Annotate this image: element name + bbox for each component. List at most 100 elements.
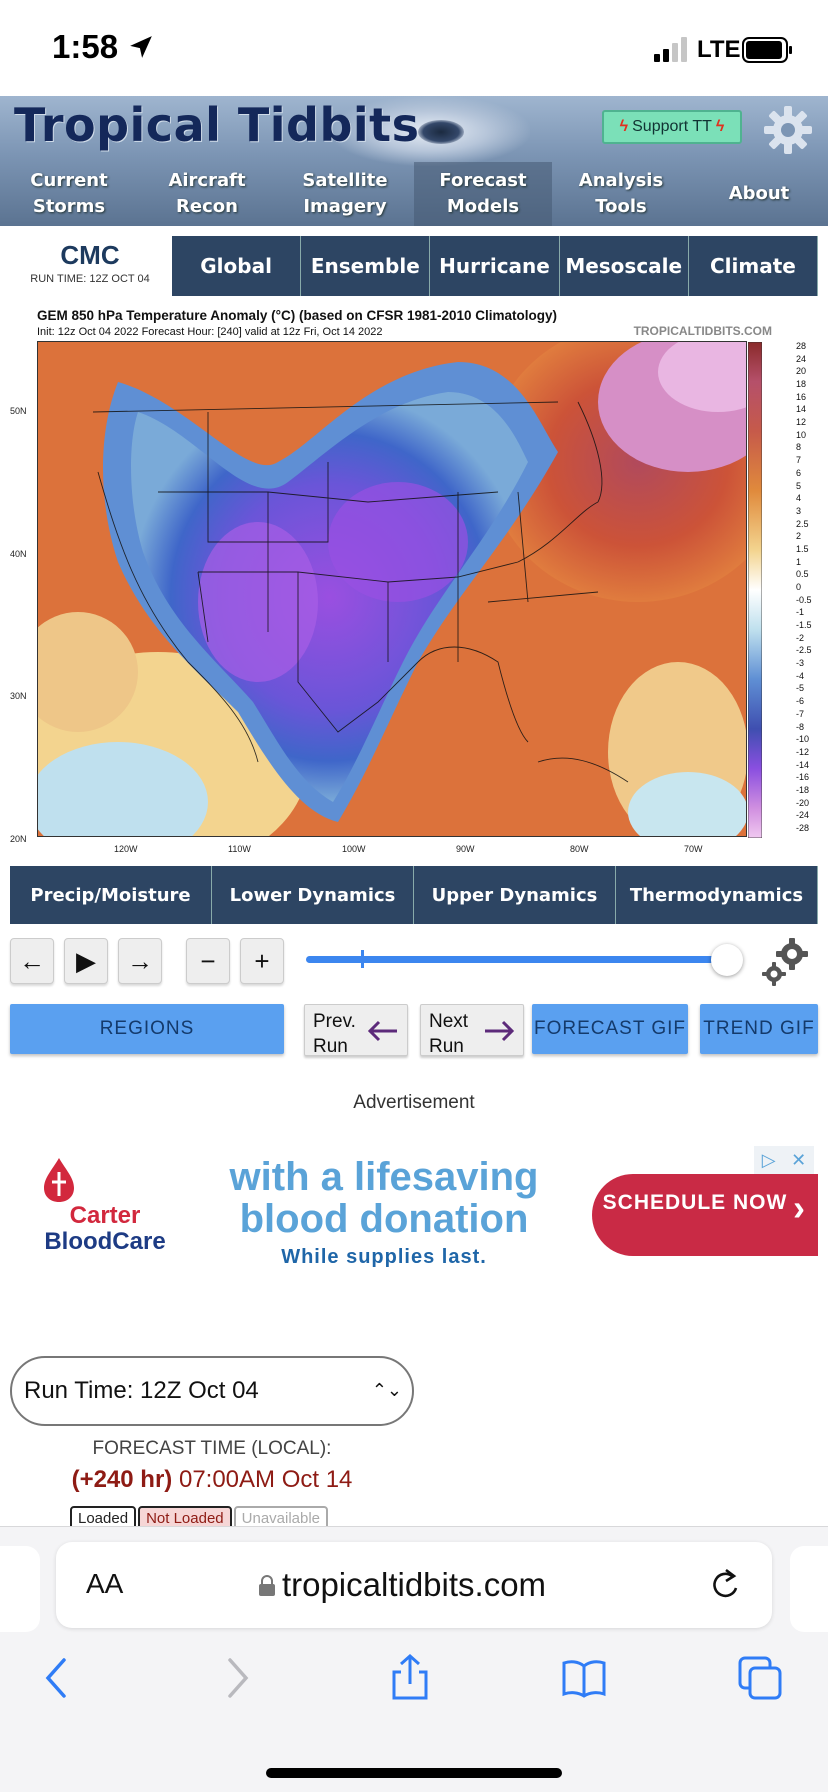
blood-donation-ad[interactable]: Carter BloodCare with a lifesaving blood…: [10, 1146, 818, 1268]
colorbar-tick-label: -2: [796, 632, 805, 643]
colorbar-tick-label: -24: [796, 810, 810, 821]
home-indicator: [266, 1768, 562, 1778]
prev-frame-button[interactable]: ←: [10, 938, 54, 984]
colorbar-tick-label: 12: [796, 417, 807, 428]
tab-climate[interactable]: Climate: [688, 236, 819, 296]
temperature-anomaly-map[interactable]: [37, 341, 747, 837]
frame-load-legend: Loaded Not Loaded Unavailable: [70, 1506, 329, 1528]
nav-forecast-models[interactable]: Forecast Models: [414, 162, 552, 226]
next-tab-preview[interactable]: [790, 1546, 828, 1632]
share-icon[interactable]: [386, 1654, 434, 1702]
nav-about[interactable]: About: [690, 162, 828, 226]
tab-precip-moisture[interactable]: Precip/Moisture: [10, 866, 212, 924]
hurricane-symbol-icon: ϟ: [715, 118, 725, 135]
tab-hurricane[interactable]: Hurricane: [430, 236, 560, 296]
prev-run-label: Prev. Run: [313, 1011, 356, 1057]
model-tabs: Global Ensemble Hurricane Mesoscale Clim…: [172, 236, 819, 296]
back-icon[interactable]: [34, 1654, 82, 1702]
colorbar-tick-label: 2: [796, 531, 802, 542]
tab-global[interactable]: Global: [172, 236, 302, 296]
support-button[interactable]: ϟ Support TT ϟ: [602, 110, 742, 144]
tab-ensemble[interactable]: Ensemble: [301, 236, 431, 296]
slider-knob[interactable]: [711, 944, 743, 976]
select-caret-icon: ⌃⌄: [371, 1380, 402, 1400]
colorbar-tick-label: -4: [796, 670, 805, 681]
ad-close-icon[interactable]: ✕: [791, 1150, 806, 1171]
colorbar-tick-label: -12: [796, 746, 810, 757]
tab-thermodynamics[interactable]: Thermodynamics: [616, 866, 818, 924]
ad-cta-label: SCHEDULE NOW: [602, 1191, 788, 1214]
tab-upper-dynamics[interactable]: Upper Dynamics: [414, 866, 616, 924]
ad-brand-line1: Carter: [69, 1202, 141, 1229]
next-frame-button[interactable]: →: [118, 938, 162, 984]
forecast-local-time: 07:00AM Oct 14: [178, 1466, 353, 1493]
lon-label: 70W: [684, 844, 703, 854]
forward-icon[interactable]: [212, 1654, 260, 1702]
nav-satellite-imagery[interactable]: Satellite Imagery: [276, 162, 414, 226]
advertisement-label: Advertisement: [353, 1092, 475, 1113]
hurricane-eye-graphic: [418, 120, 464, 144]
ad-schedule-button[interactable]: SCHEDULE NOW ›: [592, 1174, 818, 1256]
anomaly-map-graphic: [38, 342, 746, 836]
ad-subline: While supplies last.: [281, 1246, 487, 1268]
network-type: LTE: [697, 36, 741, 63]
colorbar-tick-label: -28: [796, 823, 810, 833]
colorbar-tick-label: 8: [796, 442, 802, 453]
tab-lower-dynamics[interactable]: Lower Dynamics: [212, 866, 414, 924]
model-run-time: RUN TIME: 12Z OCT 04: [30, 273, 150, 285]
colorbar-tick-label: -20: [796, 797, 810, 808]
colorbar-tick-label: 7: [796, 455, 802, 466]
zoom-out-button[interactable]: −: [186, 938, 230, 984]
colorbar-tick-label: 1: [796, 556, 802, 567]
lon-label: 80W: [570, 844, 589, 854]
map-subtitle: Init: 12z Oct 04 2022 Forecast Hour: [24…: [37, 326, 383, 338]
colorbar-tick-label: 0.5: [796, 569, 809, 580]
reload-icon[interactable]: [708, 1566, 744, 1604]
address-bar[interactable]: AA tropicaltidbits.com: [56, 1542, 772, 1628]
play-button[interactable]: ▶: [64, 938, 108, 984]
colorbar-tick-label: 0: [796, 582, 802, 592]
nav-analysis-tools[interactable]: Analysis Tools: [552, 162, 690, 226]
legend-not-loaded: Not Loaded: [138, 1506, 232, 1528]
lon-label: 90W: [456, 844, 475, 854]
hurricane-symbol-icon: ϟ: [619, 118, 629, 135]
model-info: CMC RUN TIME: 12Z OCT 04: [8, 234, 172, 296]
colorbar-tick-label: -0.5: [796, 594, 812, 605]
animation-settings-gear-icon[interactable]: [760, 936, 812, 988]
tabs-icon[interactable]: [736, 1654, 784, 1702]
next-run-label: Next Run: [429, 1011, 469, 1057]
colorbar-tick-label: 10: [796, 429, 807, 440]
legend-loaded: Loaded: [70, 1506, 137, 1528]
nav-aircraft-recon[interactable]: Aircraft Recon: [138, 162, 276, 226]
status-bar: 1:58 LTE: [0, 0, 828, 96]
bookmarks-icon[interactable]: [560, 1654, 608, 1702]
status-time: 1:58: [52, 28, 119, 65]
prev-run-button[interactable]: Prev. Run: [304, 1004, 408, 1057]
forecast-hour-slider[interactable]: [306, 956, 726, 963]
colorbar-tick-label: -10: [796, 734, 810, 745]
colorbar-tick-label: -2.5: [796, 645, 812, 656]
regions-button[interactable]: REGIONS: [10, 1004, 284, 1054]
model-name: CMC: [60, 240, 120, 270]
blood-drop-logo-icon: [44, 1158, 74, 1202]
lat-label: 50N: [10, 406, 27, 416]
settings-gear-icon[interactable]: [762, 104, 814, 156]
nav-current-storms[interactable]: Current Storms: [0, 162, 138, 226]
next-run-button[interactable]: Next Run: [420, 1004, 524, 1057]
ad-choices[interactable]: ▷ ✕: [754, 1146, 814, 1174]
run-time-select[interactable]: Run Time: 12Z Oct 04 ⌃⌄: [10, 1356, 414, 1426]
model-bar: CMC RUN TIME: 12Z OCT 04 Global Ensemble…: [0, 234, 828, 296]
trend-gif-button[interactable]: TREND GIF: [700, 1004, 818, 1054]
colorbar-tick-label: -18: [796, 784, 810, 795]
lon-label: 120W: [114, 844, 138, 854]
prev-tab-preview[interactable]: [0, 1546, 40, 1632]
colorbar-tick-label: 1.5: [796, 543, 809, 554]
colorbar-tick-label: -5: [796, 683, 805, 694]
tab-mesoscale[interactable]: Mesoscale: [559, 236, 689, 296]
site-logo[interactable]: Tropical Tidbits: [14, 98, 420, 152]
ad-info-icon[interactable]: ▷: [762, 1150, 776, 1171]
lat-label: 30N: [10, 691, 27, 701]
zoom-in-button[interactable]: +: [240, 938, 284, 984]
forecast-gif-button[interactable]: FORECAST GIF: [532, 1004, 688, 1054]
colorbar-tick-label: 5: [796, 480, 802, 491]
